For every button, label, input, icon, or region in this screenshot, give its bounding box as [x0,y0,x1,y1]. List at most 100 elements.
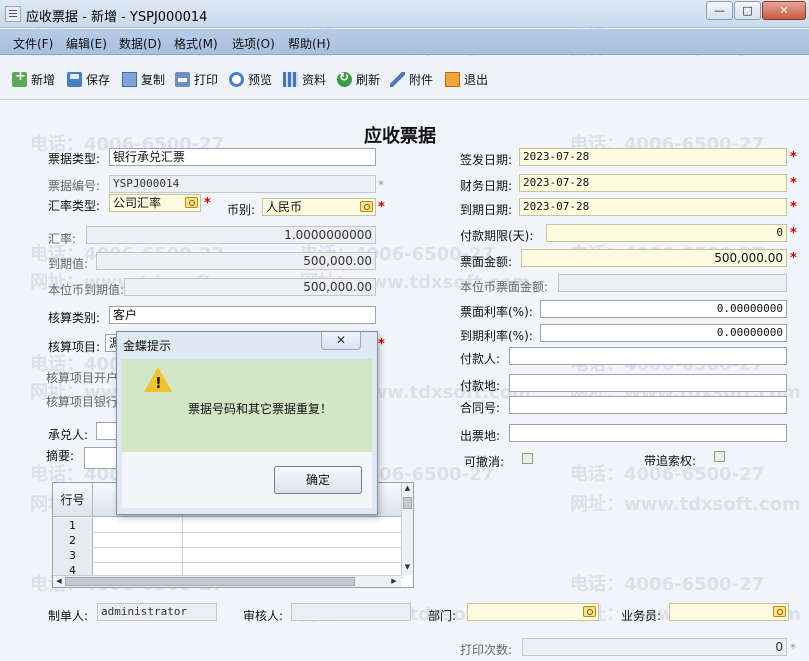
account-bank-label: 核算项目开户 [46,371,119,385]
required-marker: * [790,150,797,165]
minimize-button[interactable]: — [706,1,733,20]
due-date-field[interactable]: 2023-07-28 [519,198,787,216]
rate-type-field[interactable]: 公司汇率 [109,194,201,212]
base-maturity-value-field[interactable]: 500,000.00 [124,278,376,296]
rate-type-value: 公司汇率 [113,196,162,210]
app-icon [5,6,21,22]
acceptor-field[interactable] [96,422,118,440]
revocable-label: 可撤消: [464,455,505,469]
exit-button[interactable]: 退出 [445,70,488,88]
menu-edit[interactable]: 编辑(E) [66,35,107,52]
finance-date-field[interactable]: 2023-07-28 [519,174,787,192]
reviewer-field[interactable] [291,603,411,621]
ok-button[interactable]: 确定 [274,466,362,494]
base-face-amount-label: 本位币票面金额: [460,280,549,294]
required-marker: * [378,337,385,352]
lookup-icon[interactable] [360,201,373,212]
department-field[interactable] [467,603,599,621]
currency-label: 币别: [227,203,256,217]
toolbar: 新增 保存 复制 打印 预览 资料 刷新 附件 退出 [0,56,809,100]
print-icon [175,71,190,87]
issue-place-field[interactable] [509,424,787,442]
summary-field[interactable] [84,447,118,469]
save-button[interactable]: 保存 [67,70,110,88]
attach-button[interactable]: 附件 [390,70,433,88]
currency-value: 人民币 [266,200,303,214]
revocable-checkbox[interactable] [522,453,533,464]
payer-field[interactable] [509,347,787,365]
menu-format[interactable]: 格式(M) [174,35,218,52]
scroll-down-icon[interactable]: ▼ [403,563,412,572]
scroll-up-icon[interactable]: ▲ [403,484,412,493]
grid-cell[interactable] [93,548,183,563]
exchange-rate-field[interactable]: 1.0000000000 [86,226,376,244]
recourse-checkbox[interactable] [714,451,725,462]
face-amount-field[interactable]: 500,000.00 [521,249,787,267]
scroll-thumb[interactable] [65,577,355,586]
menu-file[interactable]: 文件(F) [13,35,53,52]
data-label: 资料 [302,72,327,87]
grid-cell[interactable] [93,518,183,533]
window-title: 应收票据 - 新增 - YSPJ000014 [26,10,208,25]
table-row[interactable]: 3 [53,548,403,563]
contract-no-field[interactable] [509,396,787,414]
menu-options[interactable]: 选项(O) [232,35,275,52]
maker-field[interactable]: administrator [97,603,217,621]
print-button[interactable]: 打印 [175,70,218,88]
scroll-left-icon[interactable]: ◀ [54,576,64,587]
row-number: 1 [53,518,93,533]
base-face-amount-field[interactable] [558,274,787,292]
required-marker: * [790,176,797,191]
department-label: 部门: [428,609,457,623]
lookup-icon[interactable] [185,197,198,208]
menu-data[interactable]: 数据(D) [119,35,162,52]
data-button[interactable]: 资料 [283,70,326,88]
account-bank-no-label: 核算项目银行 [46,395,119,409]
add-icon [12,69,27,87]
add-button[interactable]: 新增 [12,69,55,88]
refresh-icon [337,70,352,87]
rate-type-label: 汇率类型: [48,199,101,213]
salesman-field[interactable] [669,603,789,621]
bill-type-field[interactable]: 银行承兑汇票 [109,148,376,166]
close-button[interactable]: ✕ [762,1,806,20]
horizontal-scrollbar[interactable]: ◀ ▶ [53,575,401,587]
dialog-close-button[interactable]: ✕ [321,332,361,350]
payment-term-field[interactable]: 0 [546,224,787,242]
bill-no-label: 票据编号: [48,179,101,193]
payer-label: 付款人: [460,352,501,366]
copy-button[interactable]: 复制 [122,70,165,88]
lookup-icon[interactable] [773,606,786,617]
bill-no-field[interactable]: YSPJ000014 [109,175,376,193]
print-count-field[interactable]: 0 [522,638,787,656]
vertical-scrollbar[interactable]: ▲ ▼ [401,483,413,575]
lookup-icon[interactable] [583,606,596,617]
maturity-value-field[interactable]: 500,000.00 [96,252,376,270]
maturity-rate-field[interactable]: 0.00000000 [540,324,787,342]
payment-term-label: 付款期限(天): [460,229,534,243]
currency-field[interactable]: 人民币 [262,198,376,216]
face-rate-field[interactable]: 0.00000000 [540,300,787,318]
table-row[interactable]: 2 [53,533,403,548]
scroll-thumb[interactable] [403,497,412,509]
required-marker: * [790,226,797,241]
exit-icon [445,71,460,87]
copy-icon [122,71,137,87]
dialog-message: 票据号码和其它票据重复！ [188,402,333,416]
payer-address-field[interactable] [509,374,787,392]
face-rate-label: 票面利率(%): [460,305,533,319]
optional-marker: * [378,178,384,192]
account-category-label: 核算类别: [48,311,101,325]
issue-date-field[interactable]: 2023-07-28 [519,148,787,166]
scroll-right-icon[interactable]: ▶ [389,576,399,587]
menu-help[interactable]: 帮助(H) [288,35,330,52]
account-category-field[interactable]: 客户 [109,306,376,324]
data-icon [283,71,298,87]
summary-label: 摘要: [46,449,75,463]
account-item-label: 核算项目: [48,340,101,354]
grid-cell[interactable] [93,533,183,548]
maximize-button[interactable]: □ [734,1,761,20]
preview-button[interactable]: 预览 [229,70,272,88]
refresh-button[interactable]: 刷新 [337,70,380,88]
table-row[interactable]: 1 [53,518,403,533]
